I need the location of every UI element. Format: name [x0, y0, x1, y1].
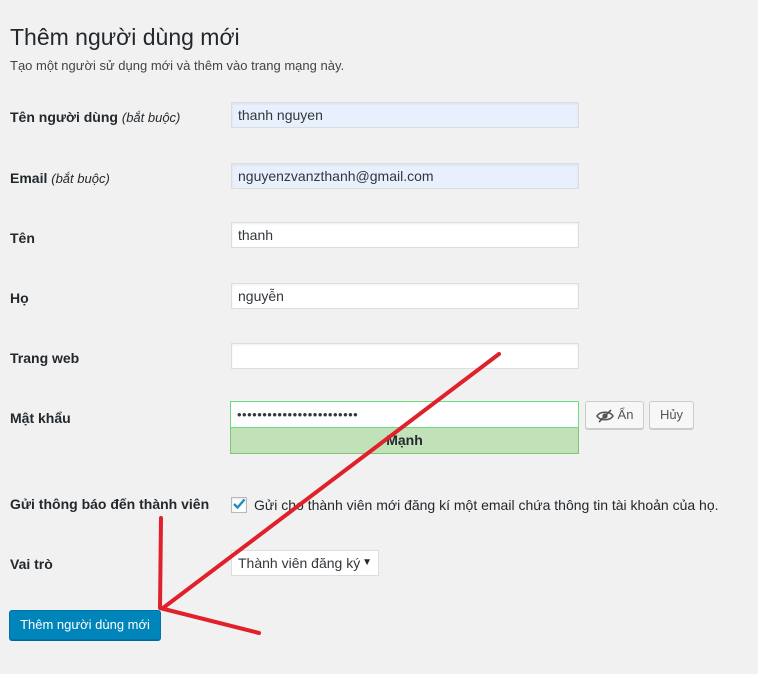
role-label: Vai trò — [10, 556, 53, 572]
hide-password-label: Ẩn — [617, 407, 634, 422]
username-required-note: (bắt buộc) — [121, 110, 181, 125]
checkmark-icon — [233, 498, 246, 510]
username-label-text: Tên người dùng — [10, 109, 118, 125]
website-label: Trang web — [10, 350, 80, 366]
page-title: Thêm người dùng mới — [10, 24, 240, 51]
add-new-user-button[interactable]: Thêm người dùng mới — [9, 610, 161, 640]
last-name-input[interactable]: nguyễn — [231, 283, 579, 309]
password-label: Mật khẩu — [10, 410, 71, 426]
page-description: Tạo một người sử dụng mới và thêm vào tr… — [10, 58, 345, 73]
email-label: Email (bắt buộc) — [10, 170, 110, 186]
role-select[interactable]: Thành viên đăng ký ▼ — [231, 550, 379, 576]
role-selected-value: Thành viên đăng ký — [238, 555, 361, 571]
email-label-text: Email — [10, 170, 48, 186]
notify-text: Gửi cho thành viên mới đăng kí một email… — [254, 497, 719, 513]
triangle-down-icon: ▼ — [362, 557, 372, 568]
website-input[interactable] — [231, 343, 579, 369]
cancel-password-button[interactable]: Hủy — [649, 401, 694, 429]
eye-slash-icon — [595, 408, 614, 423]
email-required-note: (bắt buộc) — [51, 171, 110, 186]
hide-password-button[interactable]: Ẩn — [585, 401, 644, 429]
last-name-label: Họ — [10, 290, 29, 306]
first-name-input[interactable]: thanh — [231, 222, 579, 248]
password-field-group: •••••••••••••••••••••••• Mạnh — [230, 401, 579, 454]
username-label: Tên người dùng (bắt buộc) — [10, 109, 180, 125]
notify-checkbox[interactable] — [231, 497, 247, 513]
email-input[interactable]: nguyenzvanzthanh@gmail.com — [231, 163, 579, 189]
notify-label: Gửi thông báo đến thành viên — [10, 496, 210, 512]
first-name-label: Tên — [10, 230, 35, 246]
password-strength-meter: Mạnh — [230, 428, 579, 454]
password-input[interactable]: •••••••••••••••••••••••• — [230, 401, 579, 428]
username-input[interactable]: thanh nguyen — [231, 102, 579, 128]
